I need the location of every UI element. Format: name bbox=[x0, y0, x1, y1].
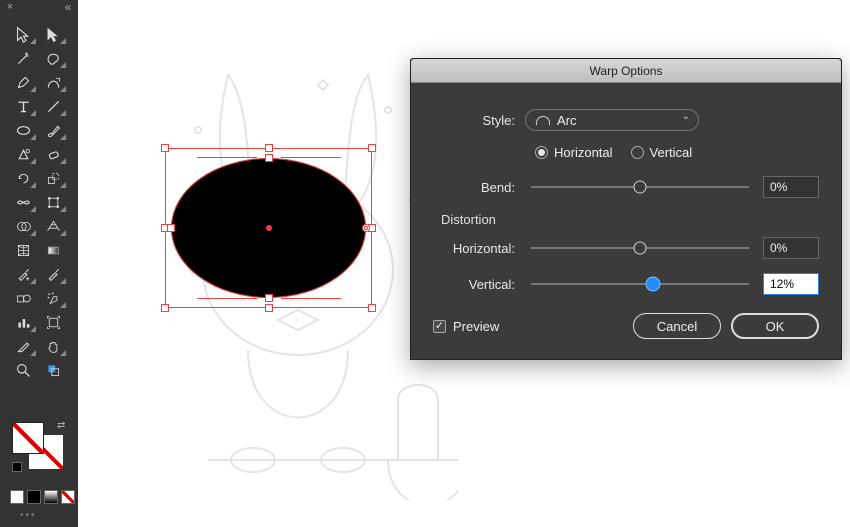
curvature-pen-tool[interactable] bbox=[38, 70, 68, 94]
close-icon[interactable]: × bbox=[3, 0, 17, 14]
handle-bottom-right[interactable] bbox=[368, 304, 376, 312]
preview-label: Preview bbox=[453, 319, 499, 334]
edit-toolbar-icon[interactable]: ••• bbox=[20, 510, 37, 521]
dialog-title[interactable]: Warp Options bbox=[411, 59, 841, 83]
pen-tool[interactable] bbox=[8, 70, 38, 94]
slice-tool[interactable] bbox=[8, 334, 38, 358]
arc-icon bbox=[536, 116, 550, 125]
perspective-grid-tool[interactable] bbox=[38, 214, 68, 238]
orientation-vertical-label: Vertical bbox=[650, 145, 693, 160]
style-value: Arc bbox=[557, 113, 577, 128]
preview-checkbox[interactable] bbox=[433, 320, 446, 333]
control-handle-line bbox=[281, 298, 341, 299]
color-mode-none[interactable] bbox=[61, 490, 75, 504]
handle-top-left[interactable] bbox=[161, 144, 169, 152]
rotate-tool[interactable] bbox=[8, 166, 38, 190]
color-mode-solid[interactable] bbox=[10, 490, 24, 504]
eyedropper-plus-tool[interactable] bbox=[8, 262, 38, 286]
selection-bounding-box[interactable] bbox=[165, 148, 372, 308]
handle-bottom-left[interactable] bbox=[161, 304, 169, 312]
distortion-vertical-thumb[interactable] bbox=[646, 277, 661, 292]
anchor-top[interactable] bbox=[265, 154, 273, 162]
style-select[interactable]: Arc ⌄ bbox=[525, 109, 699, 131]
distortion-horizontal-input[interactable]: 0% bbox=[763, 237, 819, 259]
collapse-icon[interactable]: « bbox=[61, 0, 75, 14]
radio-off-icon bbox=[631, 146, 644, 159]
cancel-button[interactable]: Cancel bbox=[633, 313, 721, 339]
swap-fill-stroke-icon[interactable]: ⇄ bbox=[57, 420, 67, 430]
orientation-horizontal-radio[interactable]: Horizontal bbox=[535, 145, 613, 160]
zoom-tool[interactable] bbox=[8, 358, 38, 382]
anchor-left[interactable] bbox=[167, 224, 175, 232]
fill-swatch[interactable] bbox=[12, 422, 44, 454]
shaper-tool[interactable] bbox=[8, 142, 38, 166]
chevron-down-icon: ⌄ bbox=[682, 114, 690, 120]
ok-button[interactable]: OK bbox=[731, 313, 819, 339]
line-segment-tool[interactable] bbox=[38, 94, 68, 118]
shape-builder-tool[interactable] bbox=[8, 214, 38, 238]
bend-slider-thumb[interactable] bbox=[634, 181, 647, 194]
distortion-horizontal-thumb[interactable] bbox=[634, 242, 647, 255]
warp-options-dialog: Warp Options Style: Arc ⌄ Horizontal Ver… bbox=[410, 58, 842, 360]
default-fill-stroke-icon[interactable] bbox=[12, 462, 22, 472]
ellipse-tool[interactable] bbox=[8, 118, 38, 142]
style-label: Style: bbox=[433, 113, 525, 128]
bend-label: Bend: bbox=[433, 180, 525, 195]
free-transform-tool[interactable] bbox=[38, 190, 68, 214]
center-point[interactable] bbox=[266, 225, 272, 231]
gradient-tool[interactable] bbox=[38, 238, 68, 262]
distortion-horizontal-label: Horizontal: bbox=[433, 241, 525, 256]
distortion-horizontal-slider[interactable] bbox=[531, 247, 749, 249]
handle-bottom-mid[interactable] bbox=[265, 304, 273, 312]
blend-tool[interactable] bbox=[8, 286, 38, 310]
control-handle-line bbox=[281, 157, 341, 158]
distortion-section-label: Distortion bbox=[441, 212, 819, 227]
color-mode-black[interactable] bbox=[27, 490, 41, 504]
handle-top-right[interactable] bbox=[368, 144, 376, 152]
orientation-horizontal-label: Horizontal bbox=[554, 145, 613, 160]
paintbrush-tool[interactable] bbox=[38, 118, 68, 142]
fill-stroke-toggle[interactable] bbox=[38, 358, 68, 382]
column-graph-tool[interactable] bbox=[8, 310, 38, 334]
symbol-sprayer-tool[interactable] bbox=[38, 286, 68, 310]
control-handle-line bbox=[197, 157, 257, 158]
handle-top-mid[interactable] bbox=[265, 144, 273, 152]
selection-tool[interactable] bbox=[8, 22, 38, 46]
eyedropper-tool[interactable] bbox=[38, 262, 68, 286]
direct-selection-tool[interactable] bbox=[38, 22, 68, 46]
scale-tool[interactable] bbox=[38, 166, 68, 190]
distortion-vertical-input[interactable]: 12% bbox=[763, 273, 819, 295]
eraser-tool[interactable] bbox=[38, 142, 68, 166]
artboard-tool[interactable] bbox=[38, 310, 68, 334]
tool-grid bbox=[8, 22, 68, 382]
control-handle-line bbox=[197, 298, 257, 299]
distortion-vertical-label: Vertical: bbox=[433, 277, 525, 292]
distortion-vertical-slider[interactable] bbox=[531, 283, 749, 285]
tools-panel: × « ⇄ bbox=[0, 0, 78, 527]
anchor-right[interactable] bbox=[362, 224, 370, 232]
lasso-tool[interactable] bbox=[38, 46, 68, 70]
width-tool[interactable] bbox=[8, 190, 38, 214]
color-mode-gradient[interactable] bbox=[44, 490, 58, 504]
fill-stroke-swatches[interactable]: ⇄ bbox=[12, 422, 67, 467]
anchor-bottom[interactable] bbox=[265, 294, 273, 302]
magic-wand-tool[interactable] bbox=[8, 46, 38, 70]
type-tool[interactable] bbox=[8, 94, 38, 118]
color-mode-row bbox=[10, 490, 75, 504]
bend-value-input[interactable]: 0% bbox=[763, 176, 819, 198]
radio-on-icon bbox=[535, 146, 548, 159]
bend-slider[interactable] bbox=[531, 186, 749, 188]
orientation-vertical-radio[interactable]: Vertical bbox=[631, 145, 693, 160]
mesh-tool[interactable] bbox=[8, 238, 38, 262]
hand-tool[interactable] bbox=[38, 334, 68, 358]
